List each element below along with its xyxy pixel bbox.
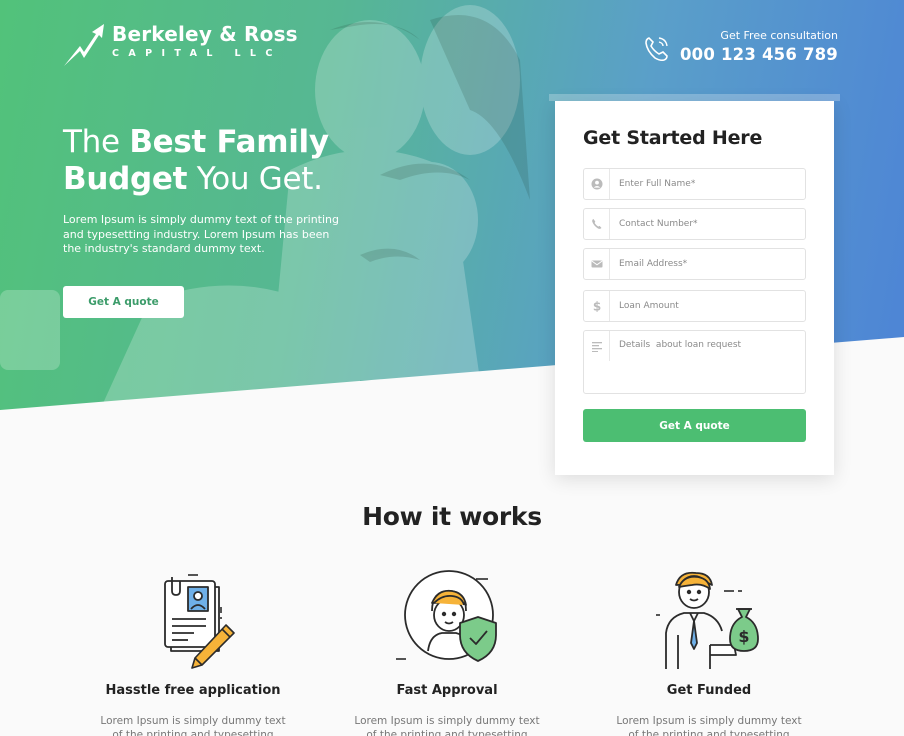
hero-get-quote-button[interactable]: Get A quote xyxy=(63,286,184,318)
contact-number-input[interactable] xyxy=(610,219,800,229)
form-title: Get Started Here xyxy=(583,127,763,149)
email-input[interactable] xyxy=(610,259,800,269)
brand-subtitle: CAPITAL LLC xyxy=(112,48,282,59)
hero-title-light-2: You Get. xyxy=(196,161,323,197)
user-icon xyxy=(584,169,610,199)
step-title: Fast Approval xyxy=(396,683,498,698)
approval-shield-icon xyxy=(396,570,497,662)
step-title: Get Funded xyxy=(666,683,752,698)
contact-number-field[interactable] xyxy=(583,208,806,240)
brand-logo[interactable]: Berkeley & Ross CAPITAL LLC xyxy=(62,20,298,68)
svg-text:$: $ xyxy=(738,627,749,646)
get-started-form: Get Started Here $ Get A quote xyxy=(549,94,840,475)
full-name-input[interactable] xyxy=(610,179,800,189)
application-document-icon xyxy=(164,574,235,669)
loan-details-textarea[interactable] xyxy=(610,331,800,387)
contact-block[interactable]: Get Free consultation 000 123 456 789 xyxy=(642,29,838,67)
step-description: Lorem Ipsum is simply dummy text of the … xyxy=(100,715,286,736)
step-approval: Fast Approval Lorem Ipsum is simply dumm… xyxy=(317,565,577,736)
text-lines-icon xyxy=(584,331,610,361)
dollar-icon: $ xyxy=(584,291,610,321)
how-it-works-title: How it works xyxy=(362,502,542,531)
money-bag-icon: $ xyxy=(656,571,759,669)
loan-details-field[interactable] xyxy=(583,330,806,394)
growth-arrow-icon xyxy=(64,24,104,66)
hero-title-light-1: The xyxy=(63,124,120,160)
step-application: Hasstle free application Lorem Ipsum is … xyxy=(63,565,323,736)
hero-title-bold-1: Best Family xyxy=(129,124,329,160)
hero-title-bold-2: Budget xyxy=(63,161,188,197)
loan-amount-input[interactable] xyxy=(610,301,800,311)
email-field[interactable] xyxy=(583,248,806,280)
form-get-quote-button[interactable]: Get A quote xyxy=(583,409,806,442)
step-funded: $ Get Funded Lorem Ipsum is simply dummy… xyxy=(579,565,839,736)
brand-name: Berkeley & Ross xyxy=(112,22,298,46)
hero-title: The Best Family Budget You Get. xyxy=(63,124,329,198)
phone-ring-icon xyxy=(645,37,668,62)
brand-text: Berkeley & Ross CAPITAL LLC xyxy=(112,20,298,60)
loan-amount-field[interactable]: $ xyxy=(583,290,806,322)
contact-number[interactable]: 000 123 456 789 xyxy=(680,43,838,67)
contact-label: Get Free consultation xyxy=(720,29,838,42)
contact-text: Get Free consultation 000 123 456 789 xyxy=(680,29,838,67)
step-description: Lorem Ipsum is simply dummy text of the … xyxy=(616,715,802,736)
step-title: Hasstle free application xyxy=(105,683,281,698)
hero-description: Lorem Ipsum is simply dummy text of the … xyxy=(63,213,339,255)
phone-icon xyxy=(584,209,610,239)
envelope-icon xyxy=(584,249,610,279)
svg-text:$: $ xyxy=(592,300,600,312)
step-description: Lorem Ipsum is simply dummy text of the … xyxy=(354,715,540,736)
full-name-field[interactable] xyxy=(583,168,806,200)
